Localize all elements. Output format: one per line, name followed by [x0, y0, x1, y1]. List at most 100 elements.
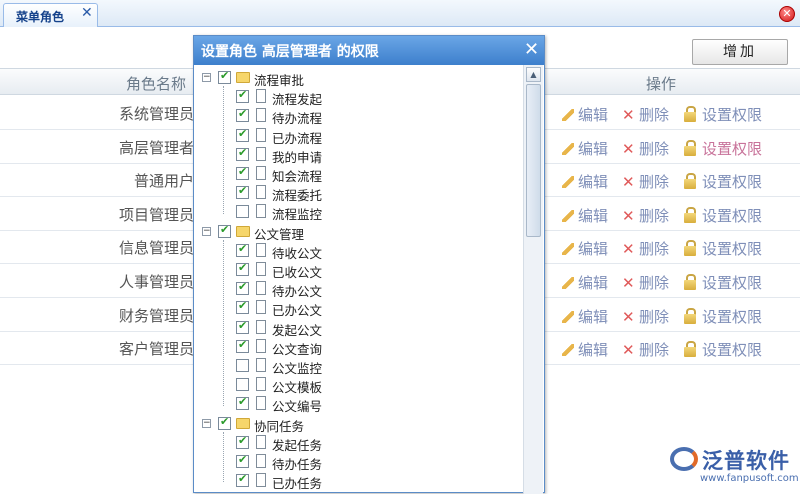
item-checkbox[interactable] [236, 359, 249, 372]
page-icon [256, 166, 266, 180]
tab-close-icon[interactable]: ✕ [81, 5, 93, 21]
item-label: 待办公文 [272, 284, 323, 300]
group-checkbox[interactable] [218, 69, 231, 84]
permission-label: 设置权限 [702, 206, 763, 225]
delete-label: 删除 [639, 106, 670, 124]
item-checkbox[interactable] [236, 205, 249, 219]
collapse-icon[interactable]: − [202, 73, 211, 82]
delete-link[interactable]: ✕ 删除 [622, 171, 669, 192]
item-checkbox[interactable] [236, 184, 249, 200]
set-permission-link[interactable]: 设置权限 [684, 339, 762, 360]
permission-tree: − 流程审批流程发起待办流程已办流程我的申请知会流程流程委托流程监控 − 公文管理待收… [194, 65, 524, 494]
set-permission-link[interactable]: 设置权限 [684, 272, 762, 293]
edit-link[interactable]: 编辑 [562, 205, 608, 226]
item-checkbox[interactable] [236, 165, 249, 180]
delete-link[interactable]: ✕ 删除 [622, 306, 669, 327]
item-checkbox[interactable] [236, 261, 249, 276]
item-checkbox[interactable] [236, 146, 249, 161]
edit-label: 编辑 [578, 240, 609, 259]
permission-dialog: 设置角色 高层管理者 的权限 ✕ − 流程审批流程发起待办流程已办流程我的申请知会… [193, 35, 545, 494]
delete-label: 删除 [639, 173, 670, 192]
delete-label: 删除 [639, 274, 670, 292]
item-label: 待办任务 [272, 457, 323, 472]
item-checkbox[interactable] [236, 319, 249, 334]
item-checkbox[interactable] [236, 107, 249, 123]
set-permission-link[interactable]: 设置权限 [684, 171, 762, 192]
item-checkbox[interactable] [236, 280, 249, 296]
item-label: 待办流程 [272, 111, 323, 127]
edit-link[interactable]: 编辑 [562, 306, 608, 327]
item-checkbox[interactable] [236, 88, 249, 104]
delete-label: 删除 [639, 240, 670, 259]
item-checkbox[interactable] [236, 395, 249, 411]
item-checkbox[interactable] [236, 472, 249, 488]
edit-link[interactable]: 编辑 [562, 138, 608, 159]
logo-name: 泛普软件 [702, 449, 790, 473]
item-checkbox[interactable] [236, 338, 249, 353]
page-icon [256, 281, 266, 296]
lock-icon [684, 240, 696, 257]
item-checkbox[interactable] [236, 299, 249, 315]
set-permission-link[interactable]: 设置权限 [684, 238, 762, 259]
item-label: 公文编号 [272, 399, 323, 415]
tree-scrollbar[interactable]: ▲ [523, 65, 543, 494]
delete-label: 删除 [639, 139, 670, 158]
delete-link[interactable]: ✕ 删除 [622, 238, 669, 259]
delete-x-icon: ✕ [622, 341, 635, 360]
page-icon [256, 454, 266, 468]
scroll-up-icon[interactable]: ▲ [526, 67, 541, 82]
edit-label: 编辑 [578, 341, 609, 360]
add-button[interactable]: 增加 [692, 39, 788, 65]
tree-guide [223, 239, 224, 406]
page-icon [256, 185, 266, 200]
folder-icon [236, 72, 250, 83]
edit-link[interactable]: 编辑 [562, 272, 608, 293]
group-checkbox[interactable] [218, 223, 231, 238]
delete-link[interactable]: ✕ 删除 [622, 104, 669, 125]
item-checkbox[interactable] [236, 453, 249, 468]
header-ops: 操作 [646, 75, 677, 93]
edit-link[interactable]: 编辑 [562, 238, 608, 259]
page-icon [256, 89, 266, 104]
item-label: 发起公文 [272, 322, 323, 338]
role-name: 项目管理员 [118, 205, 194, 224]
scroll-thumb[interactable] [526, 84, 541, 237]
group-checkbox[interactable] [218, 415, 231, 430]
item-checkbox[interactable] [236, 434, 249, 449]
tree-guide [223, 86, 224, 214]
collapse-icon[interactable]: − [202, 226, 211, 236]
page-icon [256, 377, 266, 392]
tree-guide [223, 431, 224, 483]
tab-menu-role[interactable]: 菜单角色 ✕ [3, 3, 98, 27]
set-permission-link[interactable]: 设置权限 [684, 306, 762, 327]
dialog-close-icon[interactable]: ✕ [524, 39, 539, 60]
edit-link[interactable]: 编辑 [562, 171, 608, 192]
edit-link[interactable]: 编辑 [562, 339, 608, 360]
item-checkbox[interactable] [236, 242, 249, 257]
edit-link[interactable]: 编辑 [562, 104, 608, 125]
set-permission-link[interactable]: 设置权限 [684, 205, 762, 226]
edit-label: 编辑 [578, 173, 609, 192]
edit-label: 编辑 [578, 139, 609, 158]
window-close-icon[interactable]: ✕ [779, 6, 795, 22]
set-permission-link[interactable]: 设置权限 [684, 104, 762, 125]
delete-label: 删除 [639, 341, 670, 360]
page-icon [256, 396, 266, 411]
item-label: 公文监控 [272, 361, 323, 376]
delete-label: 删除 [639, 206, 670, 225]
delete-link[interactable]: ✕ 删除 [622, 138, 669, 159]
set-permission-link[interactable]: 设置权限 [684, 138, 762, 159]
item-label: 流程委托 [272, 188, 323, 204]
delete-link[interactable]: ✕ 删除 [622, 205, 669, 226]
item-checkbox[interactable] [236, 127, 249, 142]
delete-link[interactable]: ✕ 删除 [622, 339, 669, 360]
item-checkbox[interactable] [236, 378, 249, 392]
lock-icon [684, 307, 696, 324]
delete-link[interactable]: ✕ 删除 [622, 272, 669, 293]
dialog-title-bar: 设置角色 高层管理者 的权限 ✕ [194, 36, 544, 65]
permission-label: 设置权限 [702, 341, 763, 360]
permission-label: 设置权限 [702, 173, 763, 192]
group-label: 流程审批 [254, 73, 305, 88]
collapse-icon[interactable]: − [202, 418, 211, 428]
item-label: 已办流程 [272, 130, 323, 146]
